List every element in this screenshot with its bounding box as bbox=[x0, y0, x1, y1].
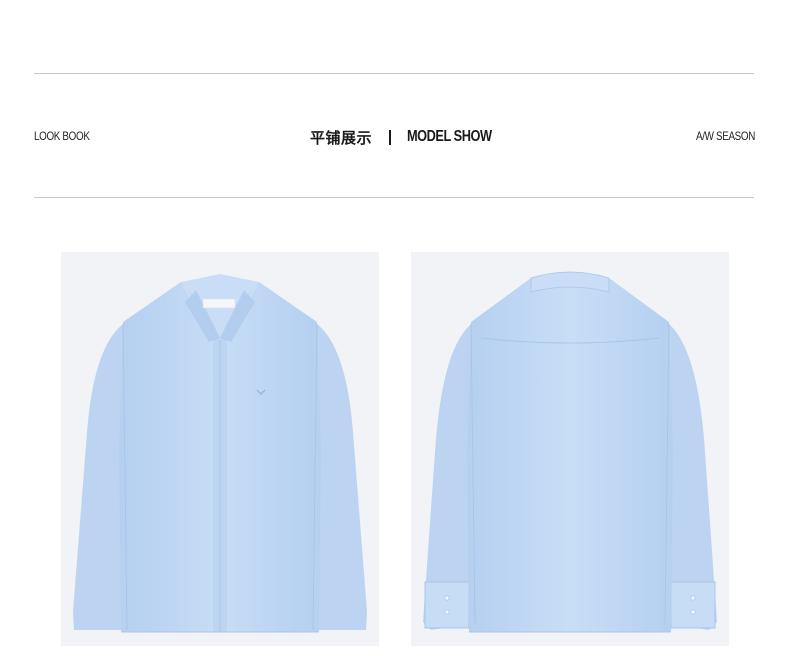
section-header: LOOK BOOK 平铺展示 MODEL SHOW A/W SEASON bbox=[34, 126, 755, 148]
top-divider bbox=[34, 73, 754, 74]
shirt-back-icon bbox=[423, 271, 717, 633]
product-photo-back[interactable] bbox=[411, 252, 729, 646]
section-title: 平铺展示 MODEL SHOW bbox=[310, 126, 513, 148]
bottom-divider bbox=[34, 197, 754, 198]
shirt-front-icon bbox=[73, 274, 367, 633]
look-book-label: LOOK BOOK bbox=[34, 129, 90, 143]
section-title-cn: 平铺展示 bbox=[310, 128, 373, 147]
season-label: A/W SEASON bbox=[695, 129, 755, 143]
title-separator bbox=[389, 129, 392, 145]
section-title-en: MODEL SHOW bbox=[407, 128, 492, 145]
product-photo-front[interactable] bbox=[61, 252, 379, 646]
